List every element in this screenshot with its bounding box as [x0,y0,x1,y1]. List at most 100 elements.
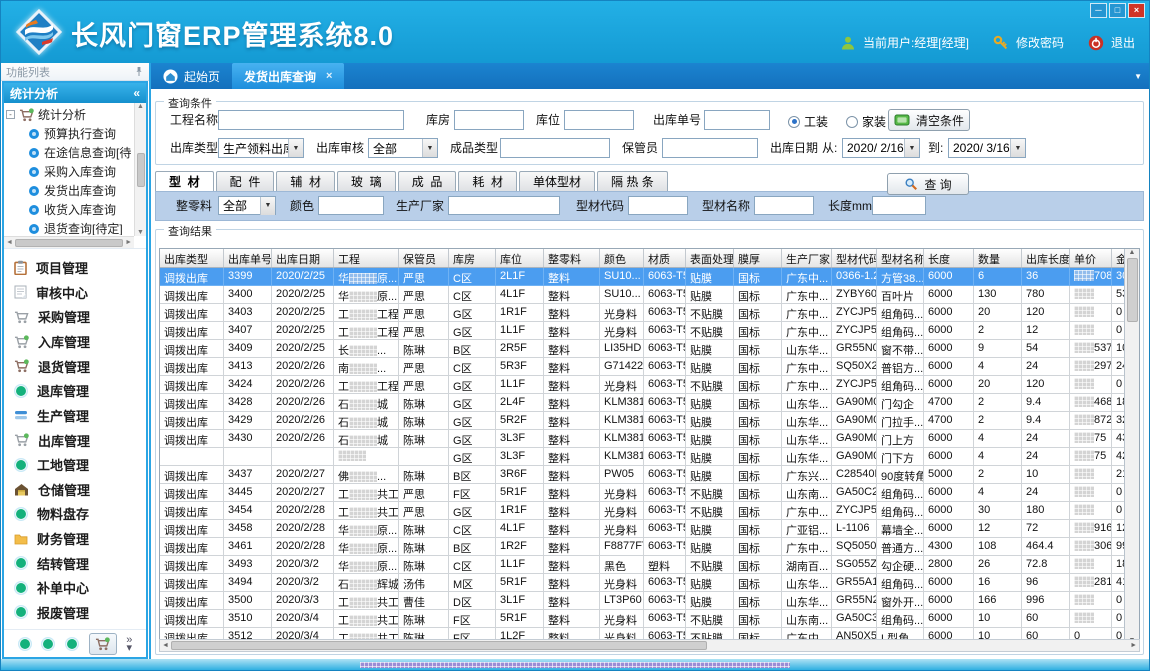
table-row[interactable]: 调拨出库35002020/3/3工共工程曹佳D区3L1F整料LT3P606063… [160,592,1139,610]
column-header-13[interactable]: 生产厂家 [782,249,832,267]
column-header-3[interactable]: 出库日期 [272,249,334,267]
table-row[interactable]: 调拨出库33992020/2/25华原...严思C区2L1F整料SU10...6… [160,268,1139,286]
column-header-5[interactable]: 保管员 [399,249,449,267]
bottom-green-dot-icon[interactable] [41,637,55,651]
sidebar-item-6[interactable]: 退库管理 [14,381,146,401]
keeper-input[interactable] [662,138,758,158]
tree-item-1[interactable]: 预算执行查询 [6,124,133,143]
radio-gongzhuang[interactable]: 工装 [788,113,828,130]
close-button[interactable]: × [1128,3,1145,18]
sidebar-item-12[interactable]: 财务管理 [14,529,146,549]
table-row[interactable]: G区3L3F整料KLM38176063-T5贴膜国标山东华...GA90M09.… [160,448,1139,466]
table-vertical-scrollbar[interactable]: ▲▼ [1124,249,1139,644]
sidebar-item-2[interactable]: 审核中心 [14,282,146,302]
column-header-10[interactable]: 材质 [644,249,686,267]
tree-item-5[interactable]: 收货入库查询 [6,200,133,219]
sidebar-item-3[interactable]: 采购管理 [14,307,146,327]
column-header-12[interactable]: 膜厚 [734,249,782,267]
bottom-green-dot-icon[interactable] [65,637,79,651]
profile-name-input[interactable] [754,196,814,215]
sidebar-item-10[interactable]: 仓储管理 [14,479,146,499]
sidebar-item-7[interactable]: 生产管理 [14,405,146,425]
table-row[interactable]: 调拨出库35102020/3/4工共工程陈琳F区5R1F整料光身料6063-T5… [160,610,1139,628]
table-row[interactable]: 调拨出库34372020/2/27佛...陈琳B区3R6F整料PW056063-… [160,466,1139,484]
table-row[interactable]: 调拨出库34032020/2/25工工程严思G区1R1F整料光身料6063-T5… [160,304,1139,322]
warehouse-input[interactable] [454,110,524,130]
material-tab-6[interactable]: 耗 材 [458,171,517,191]
sidebar-item-9[interactable]: 工地管理 [14,455,146,475]
sidebar-item-13[interactable]: 结转管理 [14,553,146,573]
tree-horizontal-scrollbar[interactable]: ◄► [4,236,134,248]
manufacturer-input[interactable] [448,196,560,215]
project-name-input[interactable] [218,110,404,130]
table-row[interactable]: 调拨出库34942020/3/2石辉城汤伟M区5R1F整料光身料6063-T5贴… [160,574,1139,592]
bottom-green-dot-icon[interactable] [18,637,32,651]
column-header-19[interactable]: 单价 [1070,249,1112,267]
column-header-14[interactable]: 型材代码 [832,249,877,267]
table-row[interactable]: 调拨出库34612020/2/28华原...陈琳B区1R2F整料F8877FT6… [160,538,1139,556]
date-to-picker[interactable]: 2020/ 3/16▼ [948,138,1026,158]
tab-close-icon[interactable]: × [326,70,332,82]
material-tab-3[interactable]: 辅 材 [276,171,335,191]
table-row[interactable]: 调拨出库34132020/2/26南...严思C区5R3F整料G71422606… [160,358,1139,376]
length-input[interactable] [872,196,926,215]
column-header-9[interactable]: 颜色 [600,249,644,267]
tab-home[interactable]: 起始页 [151,63,232,89]
whole-part-combo[interactable]: 全部▼ [218,196,276,215]
sidebar-item-11[interactable]: 物料盘存 [14,504,146,524]
sidebar-section-header[interactable]: 统计分析 « [4,83,146,103]
column-header-1[interactable]: 出库类型 [160,249,224,267]
sidebar-item-15[interactable]: 报废管理 [14,602,146,622]
table-row[interactable]: 调拨出库34092020/2/25长...陈琳B区2R5F整料LI35HD606… [160,340,1139,358]
search-button[interactable]: 查 询 [887,173,969,195]
column-header-17[interactable]: 数量 [974,249,1022,267]
table-row[interactable]: 调拨出库34242020/2/26工工程严思G区1L1F整料光身料6063-T5… [160,376,1139,394]
radio-jiazhuang[interactable]: 家装 [846,113,886,130]
table-row[interactable]: 调拨出库34002020/2/25华原...严思C区4L1F整料SU10...6… [160,286,1139,304]
tree-item-6[interactable]: 退货查询[待定] [6,219,133,235]
material-tab-4[interactable]: 玻 璃 [337,171,396,191]
column-header-6[interactable]: 库房 [449,249,496,267]
tree-item-4[interactable]: 发货出库查询 [6,181,133,200]
audit-combo[interactable]: 全部▼ [368,138,438,158]
sidebar-item-4[interactable]: 入库管理 [14,332,146,352]
table-row[interactable]: 调拨出库34582020/2/28华原...陈琳C区4L1F整料光身料6063-… [160,520,1139,538]
profile-code-input[interactable] [628,196,688,215]
tab-list-dropdown-icon[interactable]: ▼ [1134,72,1142,81]
table-horizontal-scrollbar[interactable]: ◄► [159,639,1140,652]
product-type-input[interactable] [500,138,610,158]
table-row[interactable]: 调拨出库34292020/2/26石城陈琳G区5R2F整料KLM38176063… [160,412,1139,430]
order-no-input[interactable] [704,110,770,130]
material-tab-5[interactable]: 成 品 [398,171,457,191]
sidebar-item-8[interactable]: 出库管理 [14,430,146,450]
tree-item-2[interactable]: 在途信息查询[待 [6,143,133,162]
material-tab-8[interactable]: 隔 热 条 [597,171,668,191]
minimize-button[interactable]: ─ [1090,3,1107,18]
location-input[interactable] [564,110,634,130]
table-row[interactable]: 调拨出库34072020/2/25工工程严思G区1L1F整料光身料6063-T5… [160,322,1139,340]
maximize-button[interactable]: □ [1109,3,1126,18]
clear-conditions-button[interactable]: 清空条件 [888,109,970,131]
column-header-8[interactable]: 整零料 [544,249,600,267]
table-row[interactable]: 调拨出库34932020/3/2华原...陈琳C区1L1F整料黑色塑料不贴膜国标… [160,556,1139,574]
column-header-18[interactable]: 出库长度 [1022,249,1070,267]
tab-shipping-outbound-query[interactable]: 发货出库查询 × [232,63,344,89]
sidebar-item-5[interactable]: 退货管理 [14,356,146,376]
tree-item-3[interactable]: 采购入库查询 [6,162,133,181]
change-password-link[interactable]: 修改密码 [1016,34,1064,51]
tree-root-statistics[interactable]: -统计分析 [6,105,133,124]
material-tab-2[interactable]: 配 件 [216,171,275,191]
logout-link[interactable]: 退出 [1111,34,1135,51]
tree-vertical-scrollbar[interactable]: ▲▼ [134,103,146,236]
column-header-11[interactable]: 表面处理 [686,249,734,267]
table-row[interactable]: 调拨出库34282020/2/26石城陈琳G区2L4F整料KLM38176063… [160,394,1139,412]
collapse-icon[interactable]: « [133,86,140,100]
table-row[interactable]: 调拨出库34302020/2/26石城陈琳G区3L3F整料KLM38176063… [160,430,1139,448]
sidebar-item-14[interactable]: 补单中心 [14,578,146,598]
bottom-cart-button[interactable] [89,633,117,655]
column-header-4[interactable]: 工程 [334,249,399,267]
date-from-picker[interactable]: 2020/ 2/16▼ [842,138,920,158]
overflow-chevron-icon[interactable]: »▾ [126,636,132,652]
sidebar-item-1[interactable]: 项目管理 [14,258,146,278]
tree-expander-icon[interactable]: - [6,110,15,119]
